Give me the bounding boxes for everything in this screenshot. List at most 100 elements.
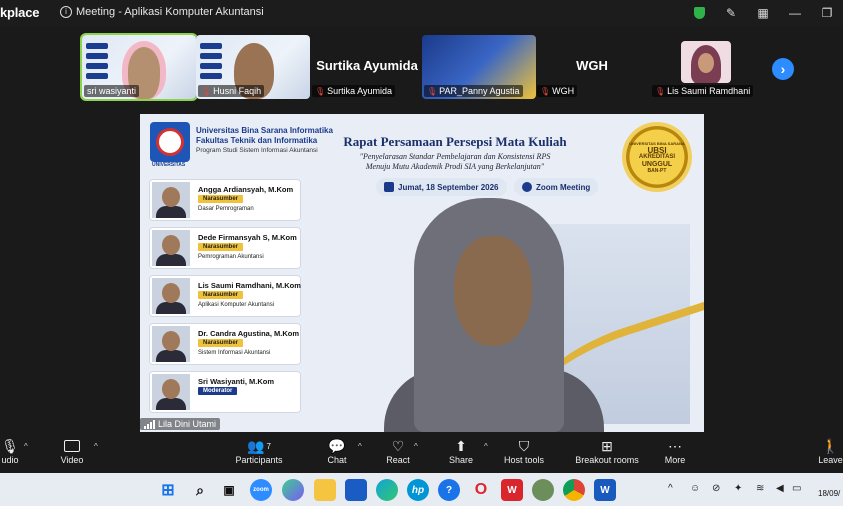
share-screen-icon: ⬆: [455, 437, 467, 454]
video-camera-icon: [64, 437, 80, 455]
magic-wand-icon[interactable]: ✎: [715, 0, 747, 26]
gallery-next-button[interactable]: ›: [772, 58, 794, 80]
edge-icon[interactable]: [376, 479, 398, 501]
restore-button[interactable]: ❐: [811, 0, 843, 26]
start-icon[interactable]: ⊞: [157, 479, 179, 501]
windows-taskbar: ⊞ ⌕ ▣ zoom hp ? O W W ^ ☺ ⊘ ✦ ≋ ◀ ▭ 18/0…: [0, 473, 843, 506]
app-icon[interactable]: [532, 479, 554, 501]
active-speaker-label: Lila Dini Utami: [140, 418, 221, 430]
participant-name: sri wasiyanti: [84, 85, 140, 97]
network-off-icon[interactable]: ⊘: [712, 483, 720, 494]
search-icon[interactable]: ⌕: [189, 479, 211, 501]
volume-icon[interactable]: ◀: [776, 483, 784, 494]
battery-icon[interactable]: ▭: [792, 483, 801, 494]
zoom-app-icon[interactable]: zoom: [250, 479, 272, 501]
signal-icon: [144, 419, 155, 429]
participant-name: 🎙 WGH: [537, 85, 578, 97]
host-tools-button[interactable]: ⛉ Host tools: [503, 437, 545, 471]
bluetooth-icon[interactable]: ✦: [734, 483, 742, 494]
participant-tile[interactable]: WGH 🎙 WGH: [535, 35, 649, 99]
participant-display-name: Surtika Ayumida: [316, 58, 418, 73]
grid-icon: ⊞: [601, 437, 613, 454]
breakout-rooms-button[interactable]: ⊞ Breakout rooms: [575, 437, 639, 471]
chat-options-caret[interactable]: ^: [358, 442, 362, 451]
university-logo: [150, 122, 190, 162]
copilot-icon[interactable]: [282, 479, 304, 501]
meeting-info-icon[interactable]: i: [60, 6, 72, 18]
chat-bubble-icon: 💬: [328, 437, 346, 454]
task-view-icon[interactable]: ▣: [218, 479, 240, 501]
chat-button[interactable]: 💬 Chat: [326, 437, 348, 471]
react-options-caret[interactable]: ^: [414, 442, 418, 451]
calendar-icon[interactable]: ▦: [747, 0, 779, 26]
mic-muted-icon: 🎙: [655, 86, 666, 96]
share-button[interactable]: ⬆ Share: [449, 437, 473, 471]
accreditation-seal: UNIVERSITAS BINA SARANA UBSI AKREDITASI …: [622, 122, 692, 192]
more-dots-icon: ⋯: [668, 437, 682, 454]
leave-button[interactable]: 🚶 Leave: [818, 437, 843, 471]
participants-icon: 👥 7: [247, 437, 271, 454]
speaker-photo: [152, 326, 190, 362]
participant-tile[interactable]: 🎙 PAR_Panny Agustia: [422, 35, 536, 99]
video-options-caret[interactable]: ^: [94, 442, 98, 451]
word-icon[interactable]: W: [594, 479, 616, 501]
chrome-icon[interactable]: [563, 479, 585, 501]
minimize-button[interactable]: —: [779, 0, 811, 26]
logo-caption: UNIVERSITAS: [152, 162, 186, 168]
participant-tile[interactable]: Surtika Ayumida 🎙 Surtika Ayumida: [310, 35, 424, 99]
speaker-card: Angga Ardiansyah, M.Kom Narasumber Dasar…: [150, 180, 300, 220]
microphone-icon: 🎙: [1, 437, 19, 454]
speaker-photo: [152, 374, 190, 410]
taskbar-date[interactable]: 18/09/: [818, 489, 840, 498]
platform-pill: Zoom Meeting: [514, 178, 599, 196]
mic-muted-icon: 🎙: [315, 86, 326, 96]
poster-subtitle: "Penyelarasan Standar Pembelajaran dan K…: [359, 152, 551, 171]
video-button[interactable]: Video: [58, 437, 86, 471]
mic-muted-icon: 🎙: [427, 86, 438, 96]
camera-icon: [522, 182, 532, 192]
participant-avatar: [681, 41, 731, 83]
share-options-caret[interactable]: ^: [484, 442, 488, 451]
hp-icon[interactable]: hp: [407, 479, 429, 501]
speaker-card: Sri Wasiyanti, M.Kom Moderator: [150, 372, 300, 412]
meeting-toolbar: 🎙 udio ^ Video ^ 👥 7 Participants 💬 Chat ^ ♡…: [0, 433, 843, 473]
file-explorer-icon[interactable]: [314, 479, 336, 501]
wps-icon[interactable]: W: [501, 479, 523, 501]
store-icon[interactable]: [345, 479, 367, 501]
participant-tile[interactable]: sri wasiyanti: [80, 33, 198, 101]
leave-icon: 🚶: [821, 437, 840, 454]
people-icon[interactable]: ☺: [690, 483, 700, 494]
participant-display-name: WGH: [576, 58, 608, 73]
active-speaker-video: UNIVERSITAS Universitas Bina Sarana Info…: [140, 114, 704, 432]
participant-name: 🎙 Surtika Ayumida: [312, 85, 396, 97]
university-heading: Universitas Bina Sarana Informatika Faku…: [196, 126, 333, 154]
window-title: Meeting - Aplikasi Komputer Akuntansi: [76, 6, 264, 18]
more-button[interactable]: ⋯ More: [663, 437, 687, 471]
participants-button[interactable]: 👥 7 Participants: [234, 437, 284, 471]
react-button[interactable]: ♡ React: [386, 437, 410, 471]
speaker-card: Dr. Candra Agustina, M.Kom Narasumber Si…: [150, 324, 300, 364]
calendar-icon: [384, 182, 394, 192]
gallery-strip: sri wasiyanti 🎙 Husni Faqih Surtika Ayumi…: [0, 26, 843, 106]
speaker-person: [384, 198, 604, 432]
audio-button[interactable]: 🎙 udio: [0, 437, 20, 471]
participant-name: 🎙 Husni Faqih: [198, 85, 265, 97]
participant-tile[interactable]: 🎙 Lis Saumi Ramdhani: [650, 35, 764, 99]
participant-tile[interactable]: 🎙 Husni Faqih: [196, 35, 310, 99]
speaker-photo: [152, 278, 190, 314]
title-bar: kplace i Meeting - Aplikasi Komputer Aku…: [0, 0, 843, 26]
mic-muted-icon: 🎙: [540, 86, 551, 96]
poster-title: Rapat Persamaan Persepsi Mata Kuliah: [343, 134, 567, 149]
shield-icon: ⛉: [518, 437, 530, 454]
participant-name: 🎙 PAR_Panny Agustia: [424, 85, 523, 97]
audio-options-caret[interactable]: ^: [24, 442, 28, 451]
security-shield-icon[interactable]: [683, 0, 715, 26]
speaker-photo: [152, 182, 190, 218]
help-icon[interactable]: ?: [438, 479, 460, 501]
wifi-icon[interactable]: ≋: [756, 483, 764, 494]
heart-icon: ♡: [391, 437, 405, 454]
opera-icon[interactable]: O: [470, 479, 492, 501]
speaker-card: Dede Firmansyah S, M.Kom Narasumber Pemr…: [150, 228, 300, 268]
app-brand: kplace: [0, 5, 40, 20]
tray-overflow-icon[interactable]: ^: [668, 483, 673, 494]
